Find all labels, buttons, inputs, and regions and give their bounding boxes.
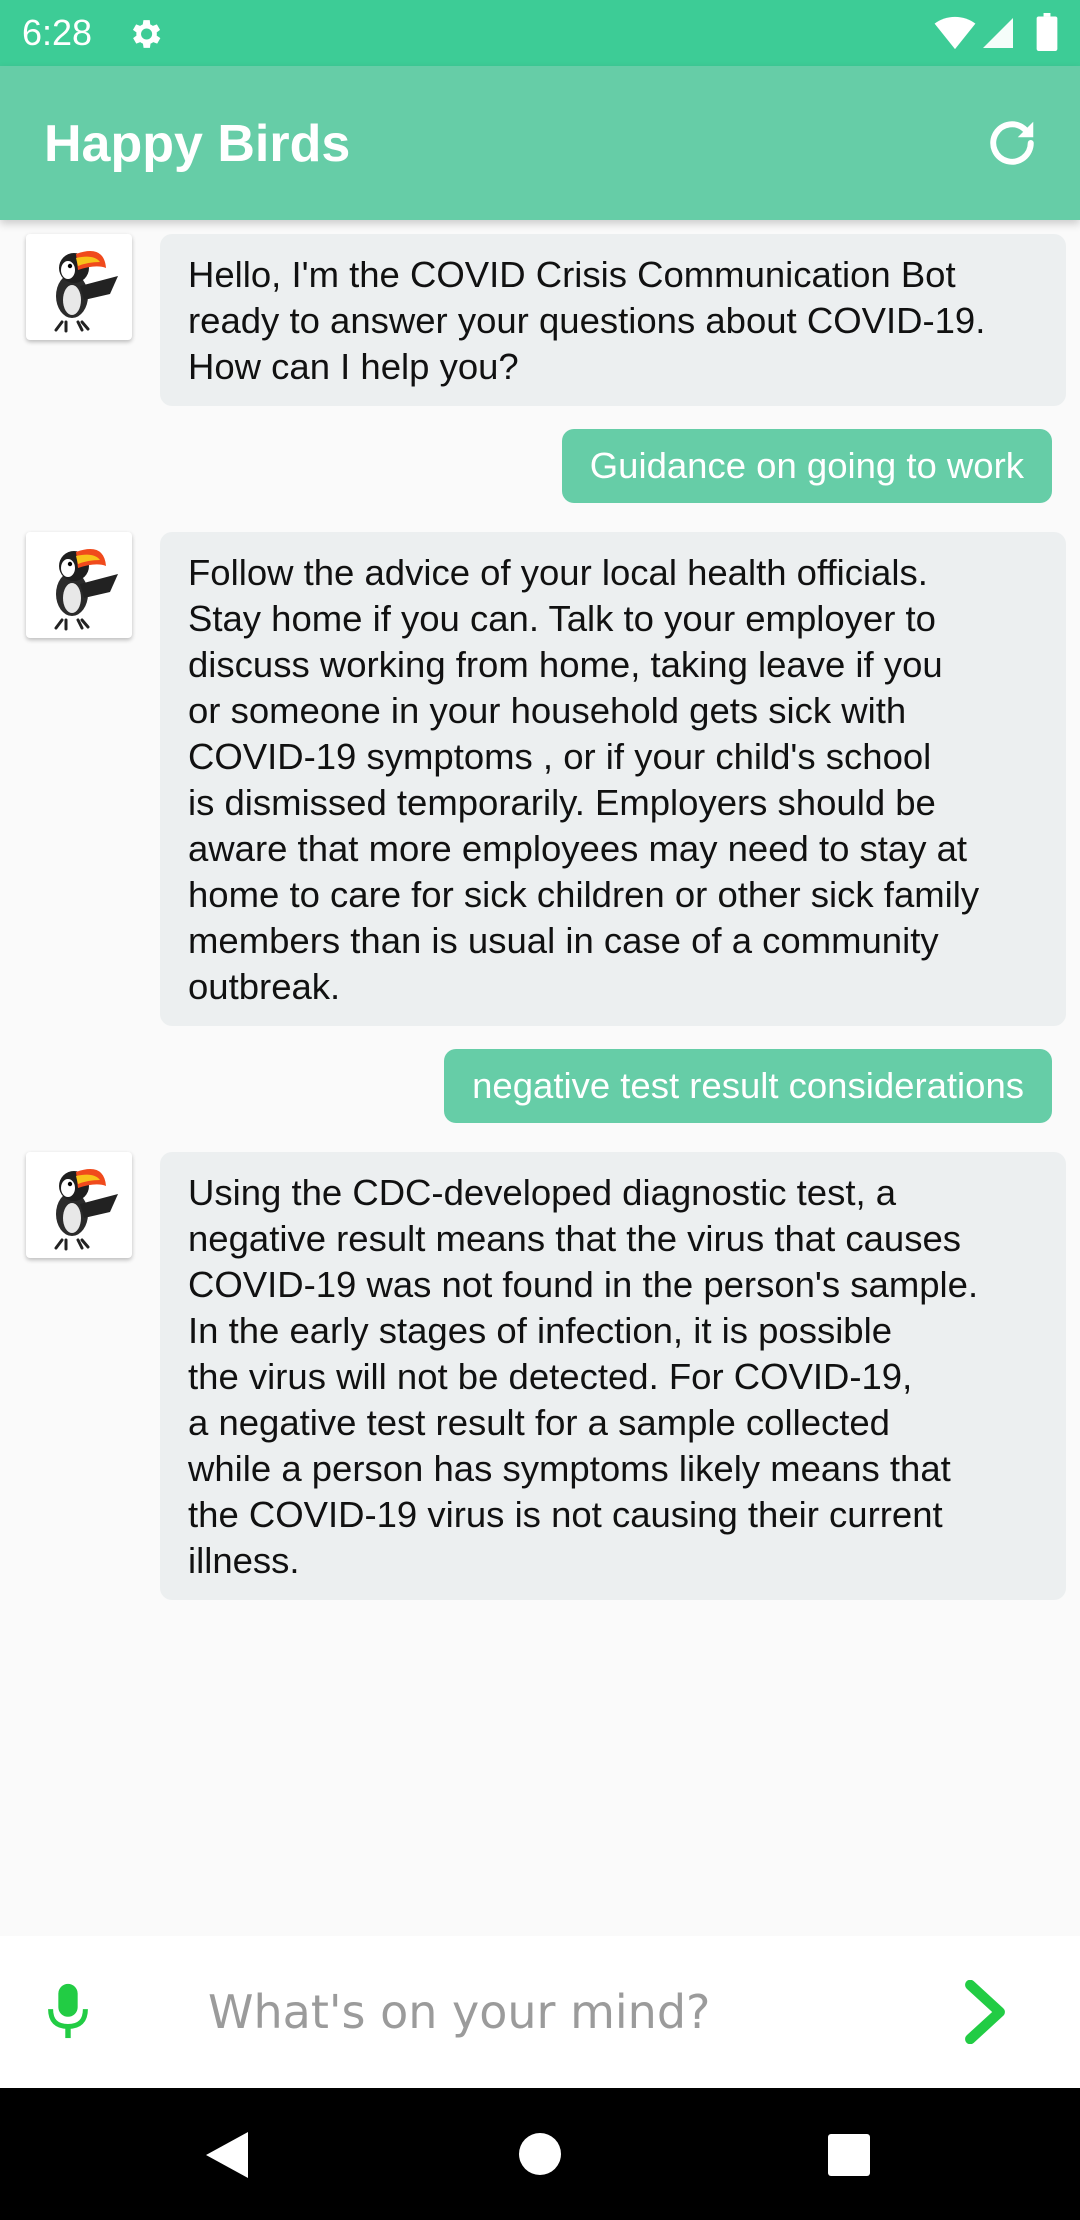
bot-message: Hello, I'm the COVID Crisis Communicatio… [160, 234, 1066, 406]
status-bar: 6:28 [0, 0, 1080, 66]
chevron-right-send-icon[interactable] [960, 1980, 1010, 2044]
bot-message: Follow the advice of your local health o… [160, 532, 1066, 1026]
battery-icon [1036, 13, 1058, 51]
status-time: 6:28 [22, 12, 93, 53]
system-nav-bar [0, 2088, 1080, 2220]
user-message[interactable]: Guidance on going to work [561, 429, 1052, 503]
recents-square-icon[interactable] [828, 2134, 870, 2176]
toucan-avatar-icon [26, 234, 132, 340]
toucan-avatar-icon [26, 532, 132, 638]
user-message[interactable]: negative test result considerations [444, 1049, 1052, 1123]
app-bar: Happy Birds [0, 66, 1080, 220]
app-screen: 6:28 Happy Birds Hello, I'm the COVID Cr… [0, 0, 1080, 2220]
message-input-bar [0, 1936, 1080, 2088]
home-circle-icon[interactable] [518, 2132, 562, 2176]
bot-message: Using the CDC-developed diagnostic test,… [160, 1152, 1066, 1600]
toucan-avatar-icon [26, 1152, 132, 1258]
cell-signal-icon [983, 18, 1013, 48]
app-title: Happy Birds [44, 115, 351, 173]
back-triangle-icon[interactable] [204, 2130, 250, 2180]
microphone-icon[interactable] [44, 1982, 92, 2040]
refresh-icon[interactable] [982, 113, 1042, 173]
settings-gear-icon [132, 20, 161, 48]
chat-list[interactable]: Hello, I'm the COVID Crisis Communicatio… [0, 220, 1080, 1936]
message-input[interactable] [208, 1970, 908, 2054]
wifi-icon [934, 16, 976, 50]
